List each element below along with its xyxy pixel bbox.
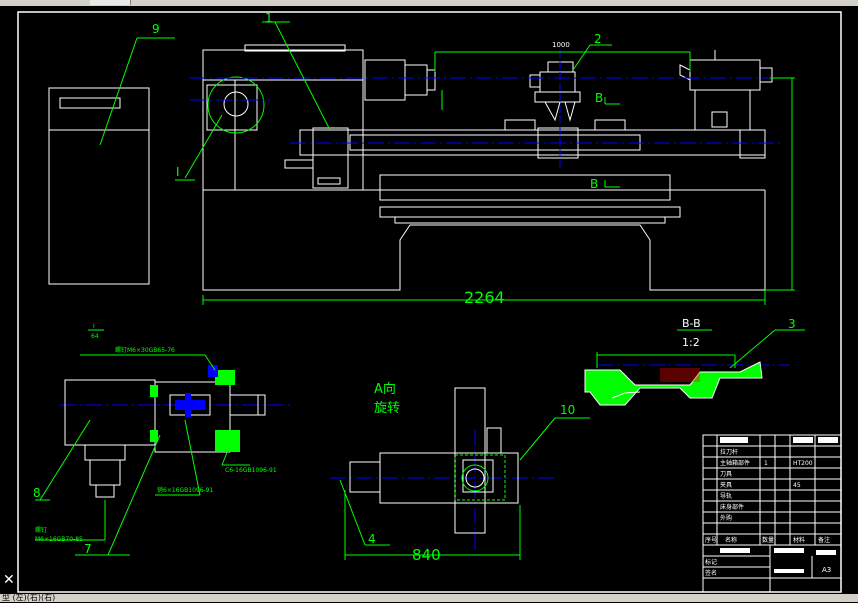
- cabinet-9: [48, 87, 150, 285]
- tb-row-3: 刀具: [720, 471, 732, 478]
- note-pin-1: 销6×16GB1096-91: [157, 486, 213, 494]
- callout-2: 2: [594, 32, 602, 46]
- section-B-B-leaders: [596, 329, 805, 369]
- tb-header-note: 备注: [818, 536, 830, 544]
- cad-drawing-canvas[interactable]: 1 2 9 I 2264 1000 B B I 64 螺钉M6×30GB65-7…: [0, 0, 858, 602]
- section-mark-B-top: B: [595, 91, 603, 105]
- tb-header-seq: 序号: [705, 536, 717, 544]
- callout-7: 7: [84, 542, 92, 556]
- status-text: 型 (左)(右)(右): [2, 593, 56, 602]
- callout-3: 3: [788, 317, 796, 331]
- note-screw-1: 螺钉M6×30GB65-76: [115, 346, 175, 354]
- tb-header-mat: 材料: [793, 536, 805, 544]
- drawing-frame: [17, 11, 842, 593]
- section-title: B-B: [682, 317, 701, 330]
- view-A-title-1: A向: [374, 381, 396, 397]
- tb-row-5: 导轨: [720, 492, 732, 500]
- tb-col-qty: 1: [764, 460, 768, 467]
- dimension-text: 1 2 9 I 2264 1000 B B: [152, 11, 603, 307]
- tb-row-7: 外购: [720, 514, 732, 522]
- note-screw-2-spec: M6×16GB70-85: [35, 536, 83, 543]
- lathe-main-view: [202, 44, 773, 291]
- tb-sig-1: 标记: [705, 558, 717, 566]
- note-screw-2: 螺钉: [35, 526, 47, 534]
- tb-sig-2: 签名: [705, 569, 717, 577]
- callout-I: I: [176, 165, 180, 179]
- dim-2264: 2264: [464, 288, 505, 307]
- tb-col-mat: HT200: [793, 460, 813, 467]
- callout-1: 1: [265, 11, 273, 25]
- tb-header-qty: 数量: [762, 536, 774, 544]
- tb-row-6: 床身部件: [720, 503, 744, 511]
- tb-proj: A3: [822, 566, 831, 574]
- tb-col-mat-2: 45: [793, 482, 801, 489]
- note-pin-2: C6-16GB1096-91: [225, 467, 277, 474]
- section-mark-B-bottom: B: [590, 177, 598, 191]
- callout-4: 4: [368, 532, 376, 546]
- view-A-text: 840 4 10 A向 旋转: [368, 381, 575, 564]
- view-A-title-2: 旋转: [374, 401, 400, 416]
- dim-840: 840: [412, 546, 441, 564]
- callout-8: 8: [33, 486, 41, 500]
- tb-row-4: 夹具: [720, 481, 732, 489]
- detail-I-scale-ratio: 64: [91, 333, 99, 340]
- detail-I-scale-label: I: [93, 323, 95, 330]
- dim-1000: 1000: [552, 41, 570, 49]
- status-bar: [0, 594, 858, 602]
- title-block: [702, 434, 842, 593]
- section-B-B-text: B-B 1:2 3: [682, 317, 796, 349]
- dimension-lines: [99, 21, 795, 305]
- tb-header-name: 名称: [725, 536, 737, 544]
- center-lines: [60, 50, 790, 560]
- callout-10: 10: [560, 403, 575, 417]
- callout-9: 9: [152, 22, 160, 36]
- section-scale: 1:2: [682, 336, 700, 349]
- view-A-dims: [339, 417, 590, 560]
- section-B-B: [584, 361, 763, 406]
- tb-row-2: 主轴箱部件: [720, 459, 750, 467]
- detail-I-chuck: [175, 365, 218, 417]
- tb-row-1: 拉刀杆: [720, 448, 738, 456]
- ucs-icon: ✕: [3, 572, 15, 588]
